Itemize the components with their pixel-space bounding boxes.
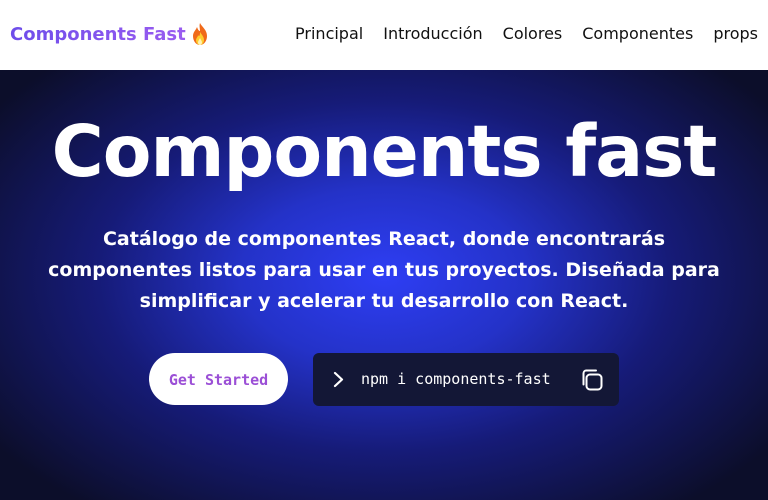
fire-icon [190,22,210,46]
hero-title: Components fast [51,110,718,193]
hero-section: Components fast Catálogo de componentes … [0,70,768,500]
nav-link-colores[interactable]: Colores [503,24,563,43]
nav-links: Principal Introducción Colores Component… [295,24,758,43]
brand-logo[interactable]: Components Fast [10,22,210,46]
brand-name[interactable]: Components Fast [10,24,186,45]
nav-link-componentes[interactable]: Componentes [582,24,693,43]
chevron-right-icon [333,371,345,392]
navbar: Components Fast Principal Introducción C… [0,0,768,70]
install-command-text: npm i components-fast [361,370,551,388]
install-command-box: npm i components-fast [313,353,619,406]
nav-link-introduccion[interactable]: Introducción [383,24,482,43]
nav-link-props[interactable]: props [713,24,758,43]
copy-icon[interactable] [579,367,605,397]
get-started-button[interactable]: Get Started [149,353,288,405]
nav-link-principal[interactable]: Principal [295,24,363,43]
hero-description: Catálogo de componentes React, donde enc… [48,228,720,312]
